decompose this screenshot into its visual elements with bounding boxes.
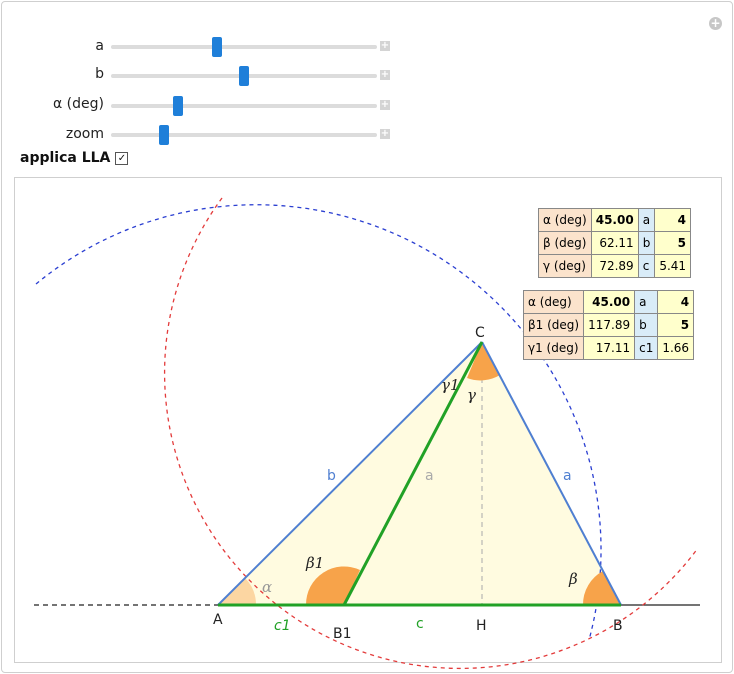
label-side-c1: c1 [274,618,291,634]
angle-label: α (deg) [538,208,592,232]
table-row: γ (deg) 72.89 c 5.41 [538,254,692,278]
angle-value: 117.89 [583,313,636,337]
table-triangle-2: α (deg) 45.00 a 4 β1 (deg) 117.89 b 5 γ1… [522,290,695,360]
table-row: α (deg) 45.00 a 4 [522,290,695,314]
side-label: a [637,208,656,232]
label-side-a-alt: a [425,468,434,484]
side-label: c1 [634,336,659,360]
angle-value: 72.89 [590,254,639,278]
side-value: 5 [657,313,695,337]
angle-label: α (deg) [522,290,585,314]
angle-value: 17.11 [583,336,636,360]
angle-value: 62.11 [590,231,639,255]
label-point-b1: B1 [333,626,352,642]
angle-value: 45.00 [590,208,639,232]
label-angle-gamma1: γ1 [441,376,460,394]
table-row: γ1 (deg) 17.11 c1 1.66 [522,336,695,360]
table-triangle-1: α (deg) 45.00 a 4 β (deg) 62.11 b 5 γ (d… [538,208,692,278]
side-value: 5 [654,231,692,255]
table-row: α (deg) 45.00 a 4 [538,208,692,232]
side-label: b [634,313,659,337]
side-value: 4 [654,208,692,232]
angle-label: β (deg) [538,231,592,255]
label-angle-beta: β [568,570,578,588]
label-angle-gamma: γ [467,386,476,404]
angle-value: 45.00 [583,290,636,314]
table-row: β1 (deg) 117.89 b 5 [522,313,695,337]
label-point-a: A [213,612,223,628]
label-side-b: b [327,468,336,484]
label-angle-alpha: α [262,578,272,596]
angle-label: γ (deg) [538,254,592,278]
label-side-a: a [563,468,572,484]
angle-label: γ1 (deg) [522,336,585,360]
side-label: a [634,290,659,314]
side-value: 4 [657,290,695,314]
label-side-c: c [416,616,424,632]
label-angle-beta1: β1 [305,554,324,572]
side-value: 1.66 [657,336,695,360]
label-point-c: C [475,325,485,341]
side-value: 5.41 [654,254,692,278]
label-point-b: B [613,618,623,634]
table-row: β (deg) 62.11 b 5 [538,231,692,255]
side-label: b [637,231,656,255]
side-label: c [637,254,656,278]
label-point-h: H [476,618,487,634]
angle-label: β1 (deg) [522,313,585,337]
triangle-fill [218,342,621,605]
